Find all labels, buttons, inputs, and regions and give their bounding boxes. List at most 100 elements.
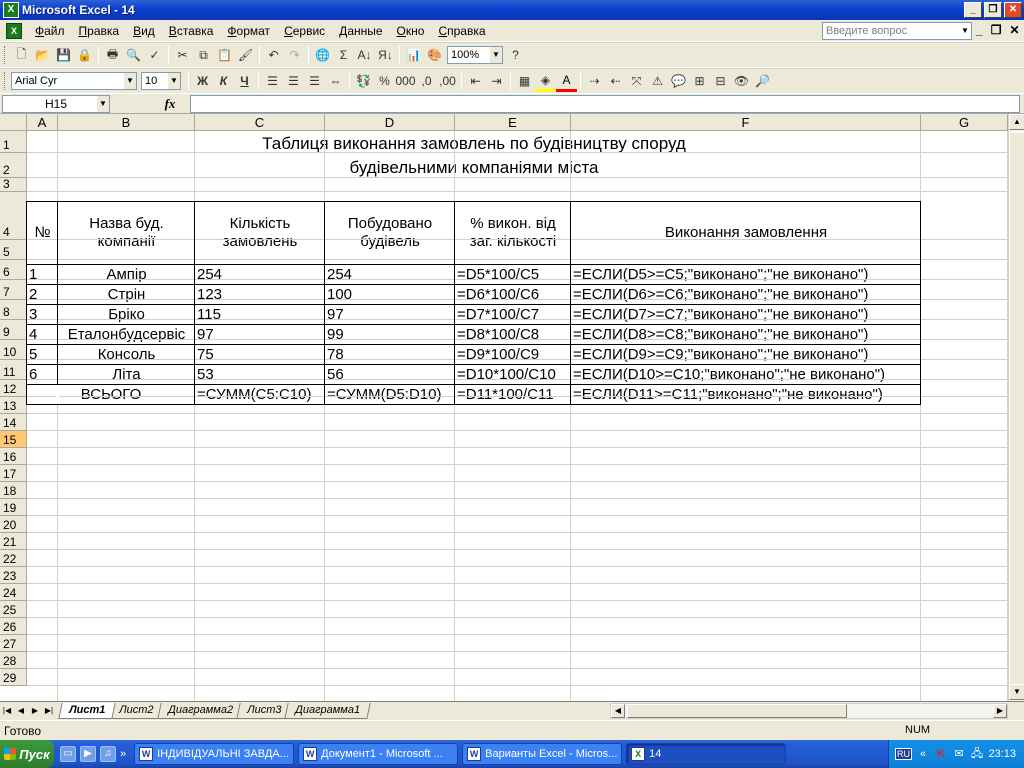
name-box[interactable]: H15 ▼ [2, 94, 110, 113]
chevron-down-icon[interactable]: ▼ [168, 73, 180, 89]
excel-icon[interactable]: X [3, 2, 19, 18]
header-percent[interactable]: % викон. від заг. кількості [455, 202, 571, 264]
align-center-icon[interactable]: ☰ [283, 71, 304, 92]
row-header[interactable]: 6 [0, 260, 27, 280]
row-header[interactable]: 12 [0, 380, 27, 397]
orders-count[interactable]: 254 [195, 264, 325, 284]
remove-arrows-icon[interactable]: ⤧ [626, 71, 647, 92]
increase-decimal-icon[interactable]: ,0 [416, 71, 437, 92]
spelling-icon[interactable]: ✓ [144, 45, 165, 66]
orders-count[interactable]: 75 [195, 344, 325, 364]
percent-icon[interactable]: % [374, 71, 395, 92]
built-count[interactable]: 99 [325, 324, 455, 344]
chart-wizard-icon[interactable]: 📊 [403, 45, 424, 66]
row-header[interactable]: 25 [0, 601, 27, 618]
new-file-icon[interactable]: 🗋 [11, 45, 32, 66]
paste-icon[interactable]: 📋 [214, 45, 235, 66]
total-orders[interactable]: =СУММ(C5:C10) [195, 384, 325, 404]
column-header[interactable]: G [921, 114, 1008, 131]
scroll-right-icon[interactable]: ▶ [993, 704, 1007, 718]
row-header[interactable]: 20 [0, 516, 27, 533]
column-header[interactable]: F [571, 114, 921, 131]
redo-icon[interactable]: ↷ [284, 45, 305, 66]
row-header[interactable]: 27 [0, 635, 27, 652]
trace-precedents-icon[interactable]: ⇢ [584, 71, 605, 92]
currency-icon[interactable]: 💱 [353, 71, 374, 92]
menu-window[interactable]: Окно [390, 24, 432, 38]
task-excel-14[interactable]: X 14 [626, 743, 787, 765]
column-header[interactable]: A [27, 114, 58, 131]
header-company[interactable]: Назва буд. компанії [58, 202, 195, 264]
help-icon[interactable]: ? [505, 45, 526, 66]
row-header[interactable]: 13 [0, 397, 27, 414]
completion-formula[interactable]: =ЕСЛИ(D5>=C5;"виконано";"не виконано") [571, 264, 921, 284]
tab-sheet3[interactable]: Лист3 [236, 702, 292, 719]
save-icon[interactable]: 💾 [53, 45, 74, 66]
menu-insert[interactable]: Вставка [162, 24, 221, 38]
copy-icon[interactable]: ⧉ [193, 45, 214, 66]
company-name[interactable]: Ампір [58, 264, 195, 284]
bold-button[interactable]: Ж [192, 71, 213, 92]
minimize-button[interactable]: _ [964, 2, 982, 18]
row-header[interactable]: 19 [0, 499, 27, 516]
tray-expand-icon[interactable]: « [916, 747, 930, 761]
company-name[interactable]: Стрін [58, 284, 195, 304]
language-indicator[interactable]: RU [895, 748, 912, 760]
completion-formula[interactable]: =ЕСЛИ(D9>=C9;"виконано";"не виконано") [571, 344, 921, 364]
menu-edit[interactable]: Правка [72, 24, 127, 38]
completion-formula[interactable]: =ЕСЛИ(D8>=C8;"виконано";"не виконано") [571, 324, 921, 344]
total-percent[interactable]: =D11*100/C11 [455, 384, 571, 404]
row-header[interactable]: 17 [0, 465, 27, 482]
header-completion[interactable]: Виконання замовлення [571, 202, 921, 264]
clock[interactable]: 23:13 [988, 748, 1016, 760]
completion-formula[interactable]: =ЕСЛИ(D10>=C10;"виконано";"не виконано") [571, 364, 921, 384]
menu-help[interactable]: Справка [431, 24, 492, 38]
scroll-left-icon[interactable]: ◀ [611, 704, 625, 718]
completion-formula[interactable]: =ЕСЛИ(D6>=C6;"виконано";"не виконано") [571, 284, 921, 304]
percent-formula[interactable]: =D9*100/C9 [455, 344, 571, 364]
vertical-scrollbar[interactable]: ▲ ▼ [1008, 114, 1024, 701]
circle-invalid-icon[interactable]: ⊞ [689, 71, 710, 92]
row-header[interactable]: 28 [0, 652, 27, 669]
total-built[interactable]: =СУММ(D5:D10) [325, 384, 455, 404]
doc-restore-button[interactable]: ❐ [991, 23, 1002, 37]
total-label[interactable]: ВСЬОГО [27, 384, 195, 404]
align-left-icon[interactable]: ☰ [262, 71, 283, 92]
media-player-icon[interactable]: ▶ [80, 746, 96, 762]
help-search-input[interactable]: Введите вопрос ▼ [822, 22, 972, 40]
row-number[interactable]: 4 [27, 324, 58, 344]
decrease-decimal-icon[interactable]: ,00 [437, 71, 458, 92]
chevron-down-icon[interactable]: ▼ [124, 73, 136, 89]
row-header[interactable]: 5 [0, 240, 27, 260]
row-number[interactable]: 1 [27, 264, 58, 284]
row-header[interactable]: 4 [0, 192, 27, 240]
row-header[interactable]: 14 [0, 414, 27, 431]
select-all-corner[interactable] [0, 114, 27, 131]
mail-icon[interactable]: ✉ [952, 747, 966, 761]
built-count[interactable]: 100 [325, 284, 455, 304]
chevron-down-icon[interactable]: ▼ [490, 47, 502, 63]
fx-button[interactable]: fx [150, 96, 190, 112]
formula-input[interactable] [190, 94, 1020, 113]
row-header[interactable]: 22 [0, 550, 27, 567]
print-icon[interactable]: 🖶 [102, 45, 123, 66]
open-folder-icon[interactable]: 📂 [32, 45, 53, 66]
last-sheet-icon[interactable]: ▶| [42, 704, 56, 718]
row-header[interactable]: 18 [0, 482, 27, 499]
row-header[interactable]: 1 [0, 131, 27, 153]
orders-count[interactable]: 97 [195, 324, 325, 344]
row-number[interactable]: 2 [27, 284, 58, 304]
row-header[interactable]: 3 [0, 177, 27, 192]
maximize-button[interactable]: ❐ [984, 2, 1002, 18]
trace-error-icon[interactable]: ⚠ [647, 71, 668, 92]
worksheet-grid[interactable]: Таблиця виконання замовлень по будівницт… [0, 114, 1008, 701]
align-right-icon[interactable]: ☰ [304, 71, 325, 92]
column-header[interactable]: D [325, 114, 455, 131]
tab-chart2[interactable]: Диаграмма2 [157, 702, 244, 719]
column-header[interactable]: B [58, 114, 195, 131]
row-header[interactable]: 10 [0, 340, 27, 360]
sort-descending-icon[interactable]: Я↓ [375, 45, 396, 66]
media-icon[interactable]: ♫ [100, 746, 116, 762]
toolbar-grip[interactable] [4, 46, 7, 64]
autosum-icon[interactable]: Σ [333, 45, 354, 66]
